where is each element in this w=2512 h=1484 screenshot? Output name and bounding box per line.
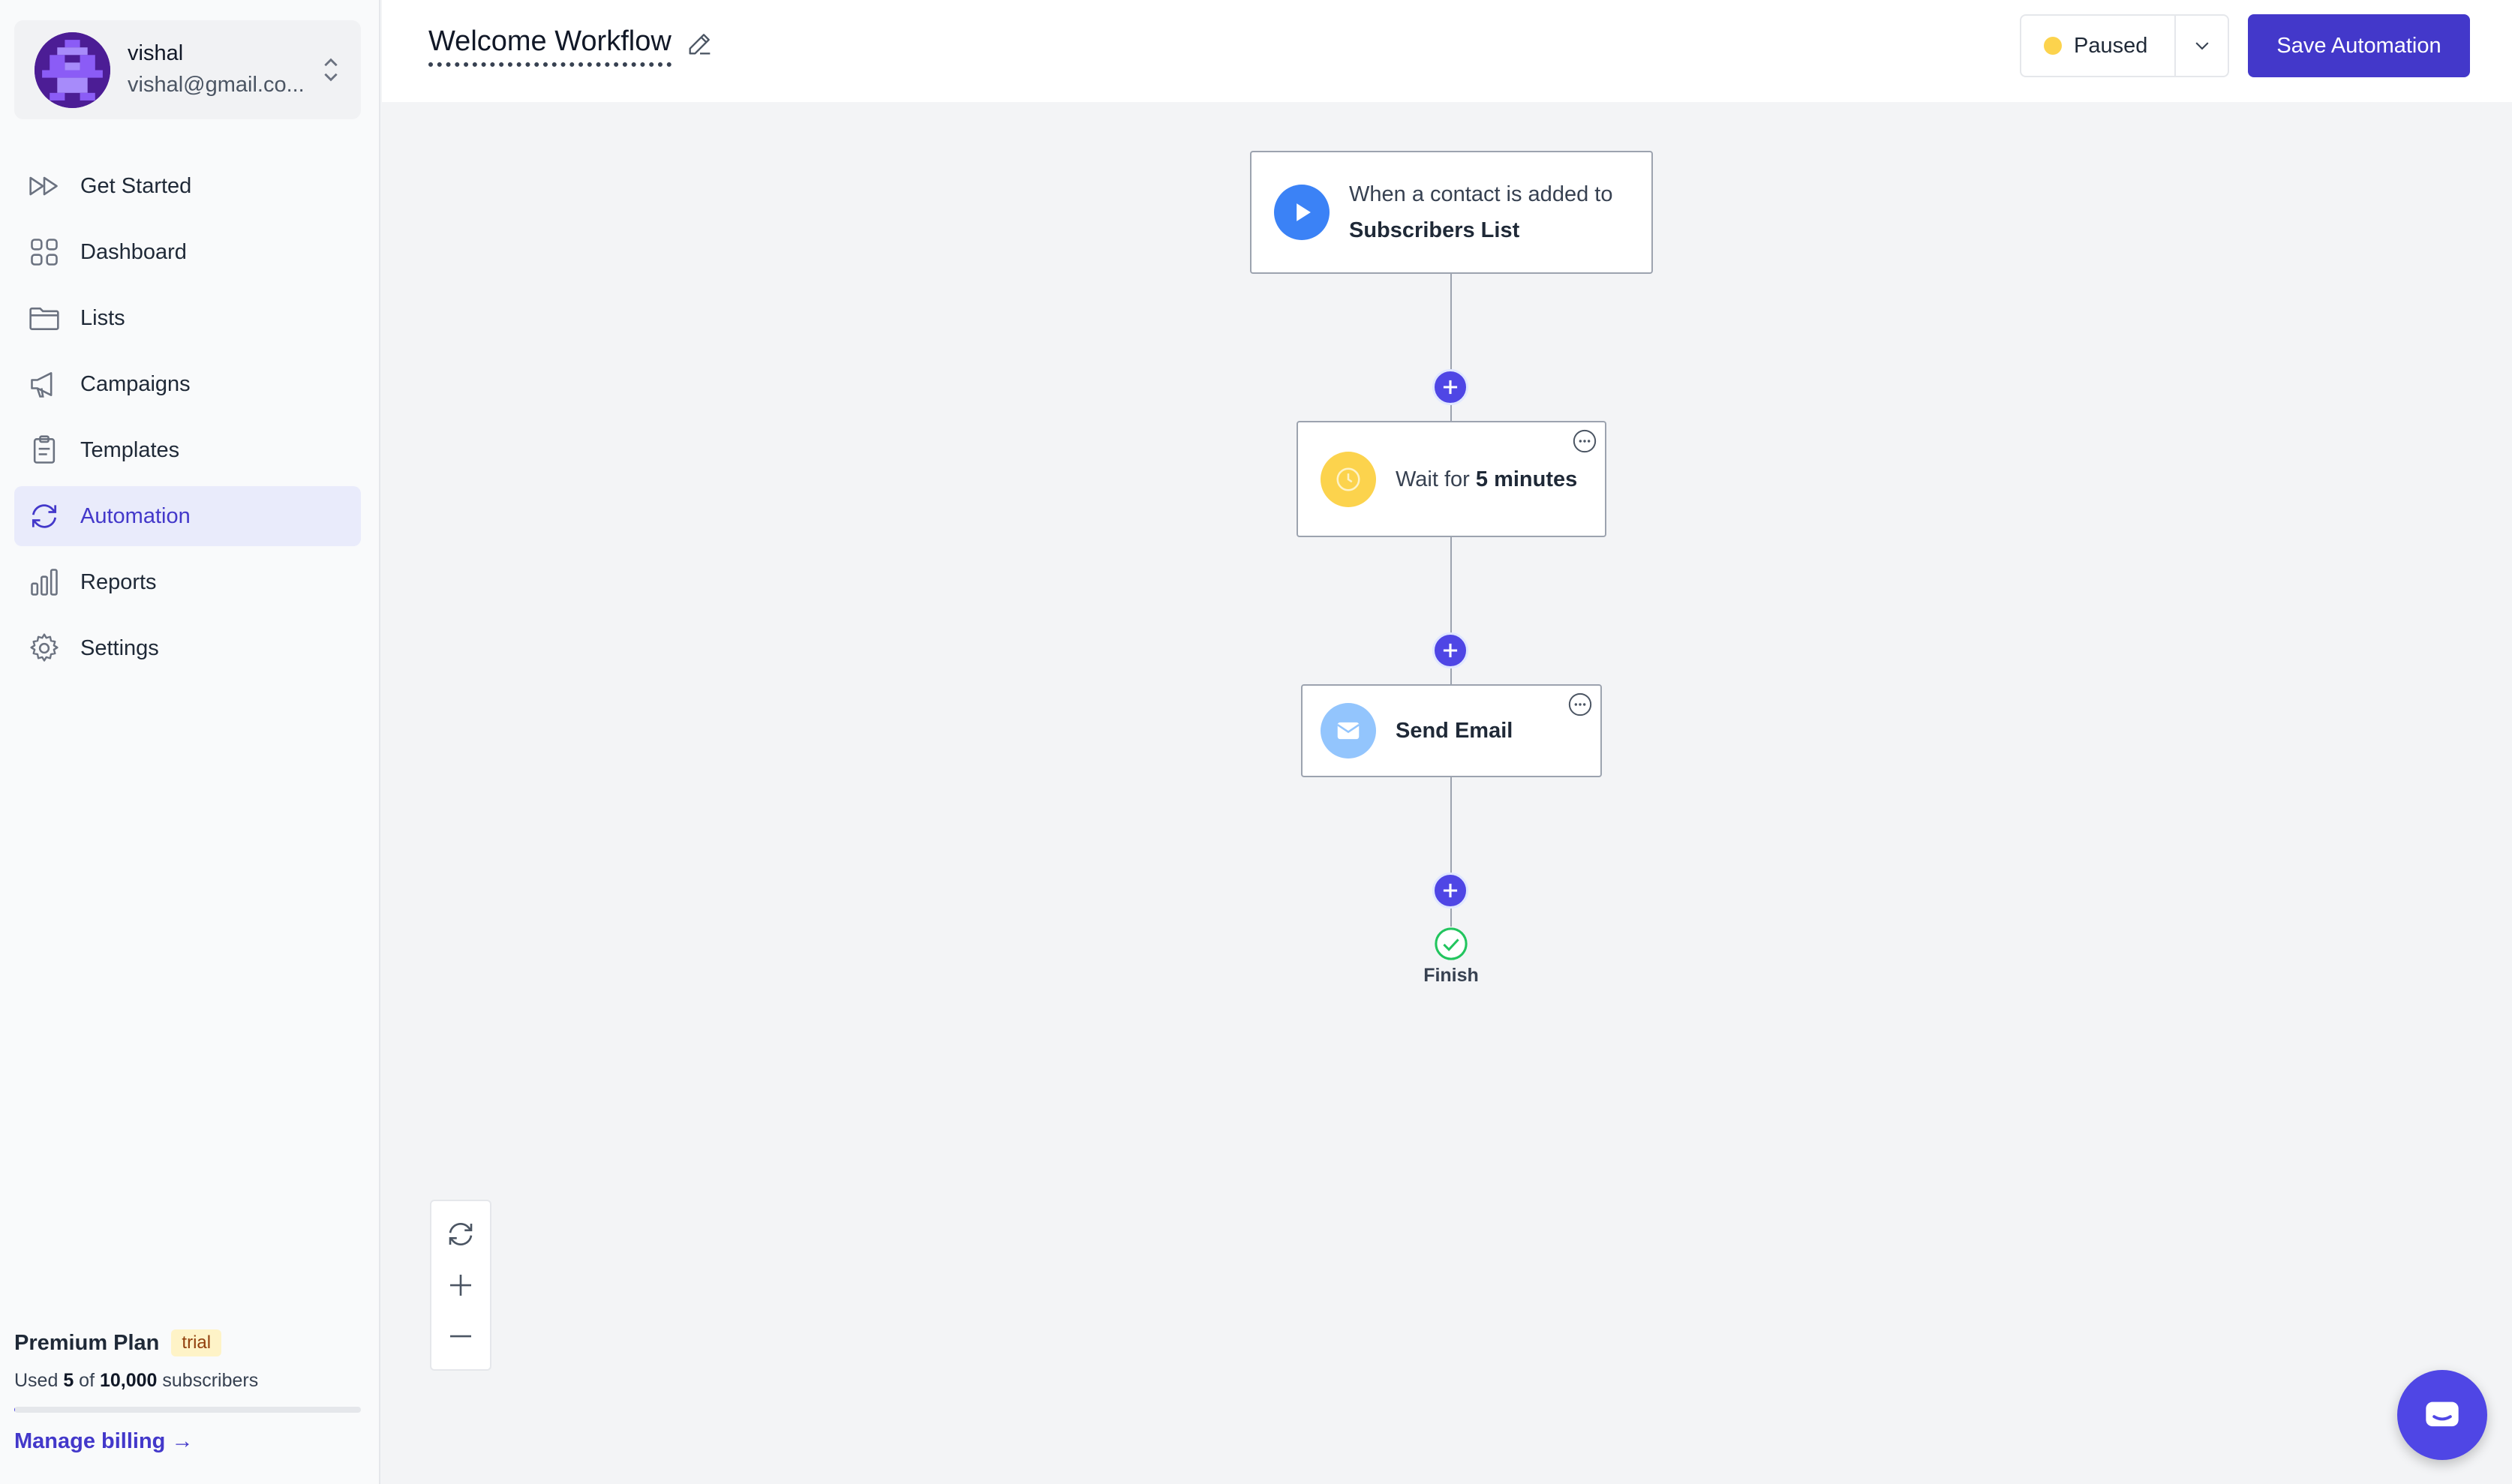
usage-used: 5 (63, 1370, 74, 1391)
send-email-label: Send Email (1396, 719, 1513, 743)
chat-icon (2426, 1401, 2459, 1427)
bar-chart-icon (31, 569, 58, 596)
nav-label: Reports (80, 569, 157, 594)
fast-forward-icon (29, 176, 58, 196)
nav-item-templates[interactable]: Templates (14, 420, 361, 480)
nav-item-lists[interactable]: Lists (14, 288, 361, 348)
wait-duration: 5 minutes (1475, 467, 1578, 491)
usage-progress-bar (14, 1407, 361, 1413)
usage-suffix: subscribers (157, 1370, 259, 1391)
nav-label: Get Started (80, 173, 192, 198)
nav-item-reports[interactable]: Reports (14, 552, 361, 612)
refresh-icon (32, 504, 57, 528)
status-dropdown: Paused (2020, 14, 2229, 77)
nav-item-dashboard[interactable]: Dashboard (14, 222, 361, 282)
usage-limit: 10,000 (99, 1370, 158, 1391)
trigger-list-name: Subscribers List (1349, 218, 1520, 242)
clock-icon (1321, 451, 1376, 507)
grid-icon (31, 239, 58, 266)
wait-node[interactable]: Wait for 5 minutes (1297, 421, 1606, 537)
workflow-canvas[interactable]: When a contact is added to Subscribers L… (382, 102, 2512, 1484)
nav-item-settings[interactable]: Settings (14, 618, 361, 678)
trigger-text: When a contact is added to (1349, 182, 1613, 206)
save-automation-button[interactable]: Save Automation (2248, 14, 2470, 77)
nav-label: Settings (80, 635, 159, 660)
nav-label: Lists (80, 305, 125, 330)
plan-title: Premium Plan (14, 1330, 160, 1355)
plan-summary: Premium Plan trial Used 5 of 10,000 subs… (14, 1329, 361, 1454)
avatar-pattern-icon (35, 32, 110, 108)
edit-icon[interactable] (685, 29, 715, 59)
user-switcher[interactable]: vishal vishal@gmail.co... (14, 20, 361, 119)
workflow-header: Welcome Workflow Paused Save Automation (382, 0, 2512, 102)
status-dot-icon (2044, 37, 2062, 55)
plan-usage: Used 5 of 10,000 subscribers (14, 1370, 361, 1392)
nav-item-campaigns[interactable]: Campaigns (14, 354, 361, 414)
play-icon (1274, 185, 1330, 240)
envelope-icon (1321, 703, 1376, 759)
workflow-title[interactable]: Welcome Workflow (428, 26, 672, 67)
nav-label: Campaigns (80, 371, 191, 396)
add-step-button[interactable] (1432, 369, 1468, 405)
send-email-node[interactable]: Send Email (1301, 684, 1602, 777)
trial-badge: trial (171, 1329, 222, 1356)
megaphone-icon (31, 372, 53, 398)
finish-label: Finish (1423, 965, 1479, 986)
usage-prefix: Used (14, 1370, 64, 1391)
nav-label: Dashboard (80, 239, 187, 264)
more-options-icon[interactable] (1572, 428, 1597, 454)
plus-icon (1443, 643, 1458, 658)
reset-view-icon[interactable] (445, 1218, 476, 1250)
status-button[interactable]: Paused (2021, 16, 2174, 76)
user-email: vishal@gmail.co... (128, 73, 305, 97)
nav-label: Templates (80, 437, 180, 462)
zoom-out-icon[interactable] (445, 1320, 476, 1352)
status-label: Paused (2074, 33, 2148, 58)
sidebar: vishal vishal@gmail.co... Get Started Da… (0, 0, 380, 1484)
gear-icon (30, 633, 59, 662)
manage-billing-link[interactable]: Manage billing → (14, 1429, 193, 1454)
trigger-node[interactable]: When a contact is added to Subscribers L… (1250, 151, 1653, 274)
zoom-in-icon[interactable] (445, 1269, 476, 1301)
add-step-button[interactable] (1432, 632, 1468, 668)
chevron-down-icon (2195, 42, 2209, 50)
chevron-updown-icon[interactable] (320, 54, 341, 86)
plus-icon (1443, 380, 1458, 395)
more-options-icon[interactable] (1567, 692, 1593, 717)
usage-mid: of (74, 1370, 100, 1391)
chat-support-button[interactable] (2397, 1370, 2487, 1460)
clipboard-icon (33, 435, 56, 464)
wait-prefix: Wait for (1396, 467, 1476, 491)
main-nav: Get Started Dashboard Lists Campaigns Te… (14, 156, 361, 684)
nav-item-get-started[interactable]: Get Started (14, 156, 361, 216)
check-circle-icon (1435, 927, 1468, 960)
status-caret-button[interactable] (2174, 16, 2228, 76)
add-step-button[interactable] (1432, 873, 1468, 909)
user-name: vishal (128, 41, 184, 65)
zoom-controls (430, 1200, 491, 1371)
plus-icon (1443, 883, 1458, 898)
folder-icon (29, 307, 59, 330)
avatar (35, 32, 110, 108)
nav-label: Automation (80, 503, 191, 528)
nav-item-automation[interactable]: Automation (14, 486, 361, 546)
